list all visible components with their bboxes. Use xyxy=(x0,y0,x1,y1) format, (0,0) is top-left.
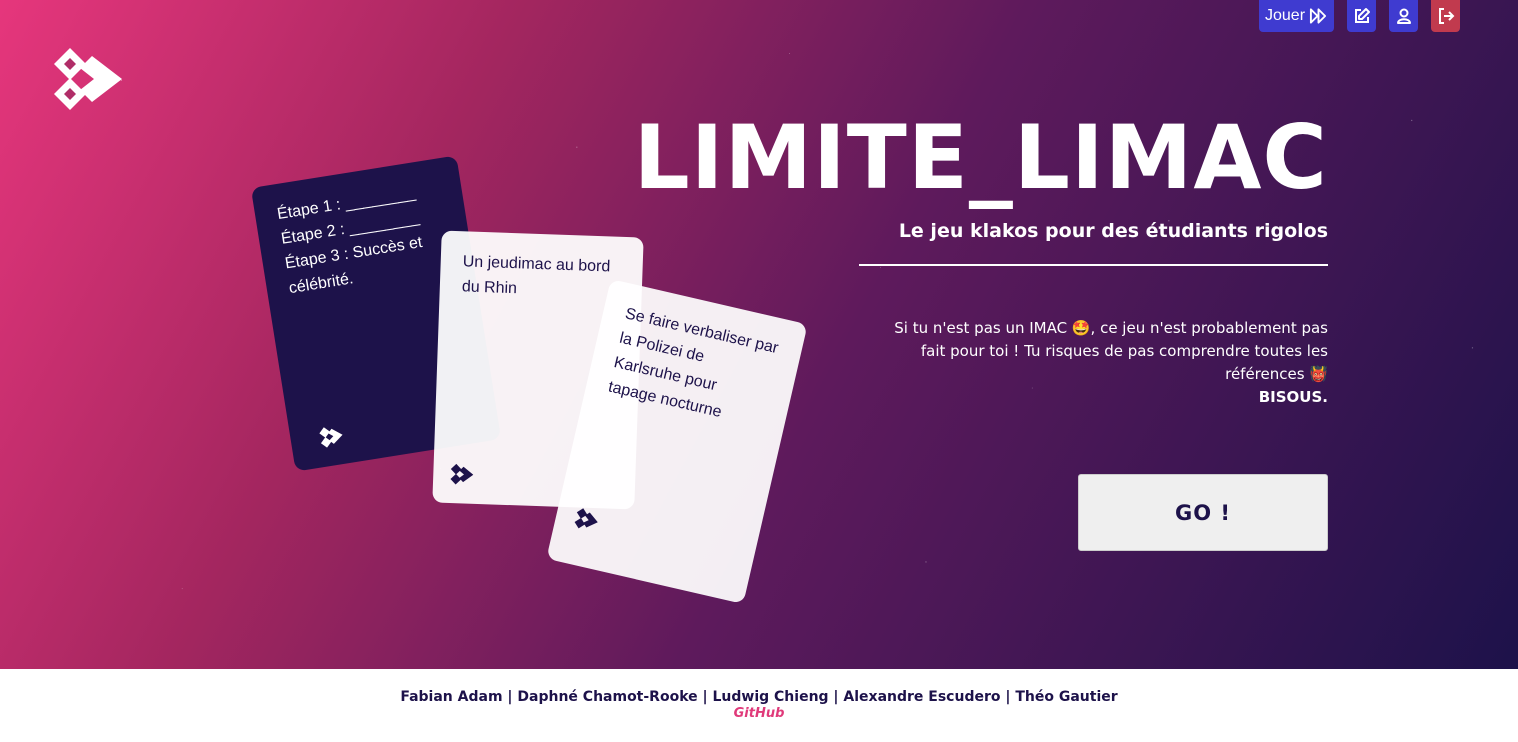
card-text: Se faire verbaliser par la Polizei de Ka… xyxy=(606,305,780,422)
page-title: LIMITE_LIMAC xyxy=(633,106,1328,209)
user-icon xyxy=(1396,8,1411,24)
go-button[interactable]: GO ! xyxy=(1078,474,1328,551)
play-label: Jouer xyxy=(1265,7,1306,24)
card-text: Un jeudimac au bord du Rhin xyxy=(461,253,611,298)
hero-section: Jouer Étape 1 : ________ Étape 2: _____… xyxy=(0,0,1518,669)
top-navigation: Jouer xyxy=(1259,0,1460,32)
limite-limac-logo[interactable] xyxy=(50,48,122,110)
card-logo-icon xyxy=(450,463,474,485)
logout-button[interactable] xyxy=(1431,0,1460,32)
card-logo-icon xyxy=(574,508,598,529)
logout-icon xyxy=(1438,8,1454,24)
edit-button[interactable] xyxy=(1347,0,1376,32)
description: Si tu n'est pas un IMAC 🤩, ce jeu n'est … xyxy=(868,317,1328,409)
play-button[interactable]: Jouer xyxy=(1259,0,1334,32)
description-text: Si tu n'est pas un IMAC 🤩, ce jeu n'est … xyxy=(894,319,1328,383)
edit-icon xyxy=(1354,8,1370,23)
card-logo-icon xyxy=(319,427,343,448)
github-link[interactable]: GitHub xyxy=(0,706,1518,721)
fast-forward-icon xyxy=(1309,8,1327,24)
account-button[interactable] xyxy=(1389,0,1418,32)
description-bold: BISOUS. xyxy=(1258,388,1328,406)
divider xyxy=(859,264,1328,266)
footer-credits: Fabian Adam | Daphné Chamot-Rooke | Ludw… xyxy=(400,689,1118,705)
footer: Fabian Adam | Daphné Chamot-Rooke | Ludw… xyxy=(0,669,1518,742)
page-subtitle: Le jeu klakos pour des étudiants rigolos xyxy=(898,220,1328,242)
